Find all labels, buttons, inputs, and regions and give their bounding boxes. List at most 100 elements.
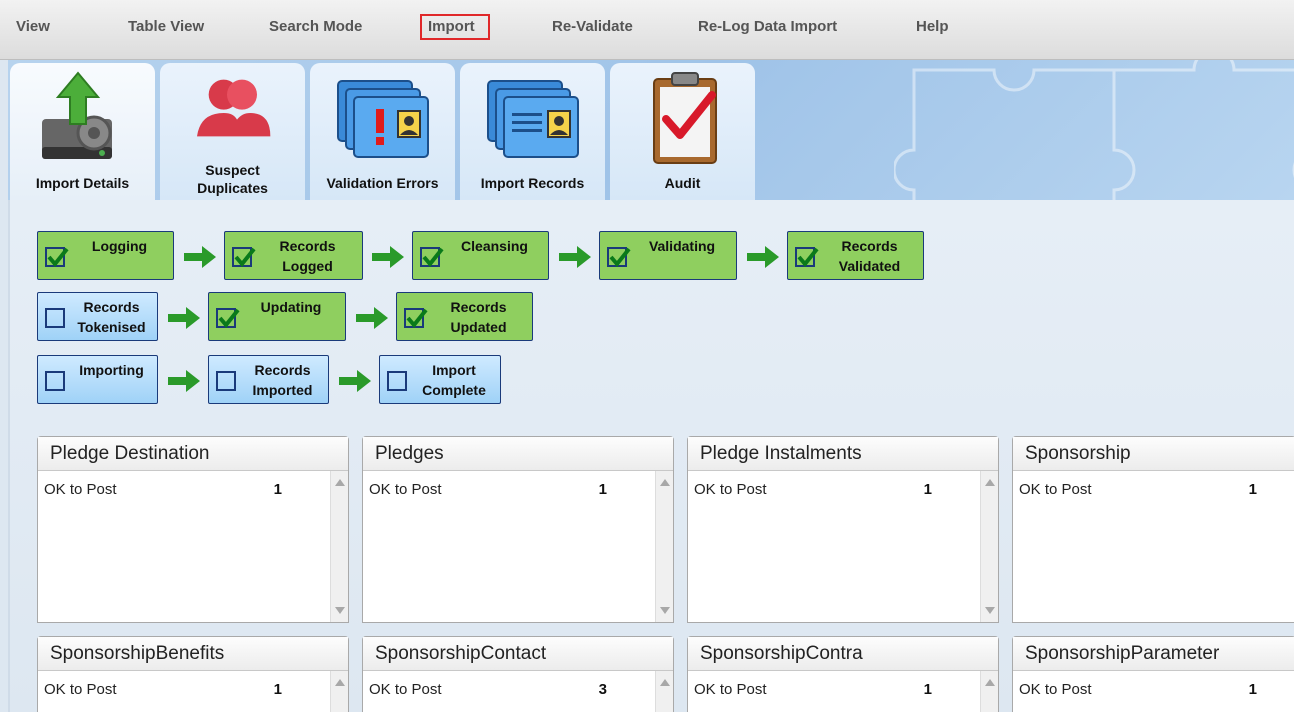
- count-value: 1: [598, 481, 607, 498]
- check-icon: [234, 247, 256, 268]
- count-value: 3: [598, 681, 607, 698]
- step-label: Cleansing: [461, 238, 528, 254]
- step-import-complete[interactable]: Import Complete: [379, 355, 501, 404]
- right-arrow-icon: [372, 246, 404, 268]
- check-icon: [422, 247, 444, 268]
- step-logging[interactable]: Logging: [37, 231, 174, 280]
- list-item[interactable]: OK to Post 1: [694, 681, 944, 698]
- scrollbar[interactable]: [655, 671, 673, 712]
- scroll-up-icon[interactable]: [335, 479, 345, 486]
- tab-label: Suspect: [205, 162, 260, 178]
- right-arrow-icon: [168, 370, 200, 392]
- step-label: Logged: [282, 258, 333, 274]
- step-records-imported[interactable]: Records Imported: [208, 355, 329, 404]
- checkbox: [45, 247, 69, 268]
- count-value: 1: [923, 681, 932, 698]
- status-text: OK to Post: [44, 681, 117, 698]
- menu-import[interactable]: Import: [420, 14, 490, 40]
- step-label: Import: [432, 362, 476, 378]
- scrollbar[interactable]: [655, 471, 673, 622]
- tab-suspect-duplicates[interactable]: Suspect Duplicates: [160, 63, 305, 200]
- panel-title: Pledge Instalments: [688, 437, 998, 471]
- tab-label: Audit: [664, 175, 701, 191]
- count-value: 1: [1248, 481, 1257, 498]
- menu-table-view[interactable]: Table View: [120, 14, 212, 40]
- count-value: 1: [273, 481, 282, 498]
- step-records-logged[interactable]: Records Logged: [224, 231, 363, 280]
- step-records-validated[interactable]: Records Validated: [787, 231, 924, 280]
- panel-sponsorship: Sponsorship OK to Post 1: [1012, 436, 1294, 623]
- scrollbar[interactable]: [330, 671, 348, 712]
- status-text: OK to Post: [369, 481, 442, 498]
- list-item[interactable]: OK to Post 1: [44, 681, 294, 698]
- scrollbar[interactable]: [330, 471, 348, 622]
- tab-label: Duplicates: [197, 180, 268, 196]
- step-label: Complete: [422, 382, 486, 398]
- checkbox: [232, 247, 256, 268]
- count-value: 1: [273, 681, 282, 698]
- step-label: Importing: [79, 362, 144, 378]
- tab-import-records[interactable]: Import Records: [460, 63, 605, 200]
- step-label: Updated: [450, 319, 507, 335]
- panel-pledges: Pledges OK to Post 1: [362, 436, 674, 623]
- menu-search-mode[interactable]: Search Mode: [261, 14, 370, 40]
- menu-view[interactable]: View: [8, 14, 58, 40]
- menu-help[interactable]: Help: [908, 14, 957, 40]
- right-arrow-icon: [339, 370, 371, 392]
- panel-title: SponsorshipContra: [688, 637, 998, 671]
- panel-title: Pledge Destination: [38, 437, 348, 471]
- scroll-down-icon[interactable]: [660, 607, 670, 614]
- tab-validation-errors[interactable]: Validation Errors: [310, 63, 455, 200]
- tab-strip: Import Details Suspect Duplicates Valida…: [8, 60, 1294, 200]
- list-item[interactable]: OK to Post 1: [44, 481, 294, 498]
- tab-audit[interactable]: Audit: [610, 63, 755, 200]
- scroll-down-icon[interactable]: [335, 607, 345, 614]
- status-text: OK to Post: [369, 681, 442, 698]
- panel-title: SponsorshipContact: [363, 637, 673, 671]
- right-arrow-icon: [168, 307, 200, 329]
- step-label: Records: [841, 238, 898, 254]
- scroll-down-icon[interactable]: [985, 607, 995, 614]
- check-icon: [47, 247, 69, 268]
- list-item[interactable]: OK to Post 1: [369, 481, 619, 498]
- menu-revalidate[interactable]: Re-Validate: [544, 14, 641, 40]
- list-item[interactable]: OK to Post 1: [1019, 481, 1269, 498]
- step-importing[interactable]: Importing: [37, 355, 158, 404]
- panel-sponsorship-benefits: SponsorshipBenefits OK to Post 1: [37, 636, 349, 712]
- step-records-tokenised[interactable]: Records Tokenised: [37, 292, 158, 341]
- people-icon: [197, 79, 271, 137]
- scroll-up-icon[interactable]: [660, 679, 670, 686]
- scroll-up-icon[interactable]: [335, 679, 345, 686]
- list-item[interactable]: OK to Post 3: [369, 681, 619, 698]
- server-upload-icon: [42, 71, 112, 159]
- checkbox: [45, 371, 65, 391]
- menu-relog-data-import[interactable]: Re-Log Data Import: [690, 14, 845, 40]
- panel-sponsorship-contra: SponsorshipContra OK to Post 1: [687, 636, 999, 712]
- panel-sponsorship-parameter: SponsorshipParameter OK to Post 1: [1012, 636, 1294, 712]
- scroll-up-icon[interactable]: [985, 679, 995, 686]
- scroll-up-icon[interactable]: [660, 479, 670, 486]
- step-validating[interactable]: Validating: [599, 231, 737, 280]
- panel-pledge-instalments: Pledge Instalments OK to Post 1: [687, 436, 999, 623]
- panel-sponsorship-contact: SponsorshipContact OK to Post 3: [362, 636, 674, 712]
- step-updating[interactable]: Updating: [208, 292, 346, 341]
- tab-import-details[interactable]: Import Details: [10, 63, 155, 200]
- scroll-up-icon[interactable]: [985, 479, 995, 486]
- checkbox: [607, 247, 631, 268]
- checkbox: [45, 308, 65, 328]
- step-label: Records: [254, 362, 311, 378]
- step-label: Updating: [260, 299, 322, 315]
- step-label: Records: [279, 238, 336, 254]
- puzzle-background-icon: [894, 60, 1294, 200]
- step-records-updated[interactable]: Records Updated: [396, 292, 533, 341]
- status-text: OK to Post: [44, 481, 117, 498]
- step-cleansing[interactable]: Cleansing: [412, 231, 549, 280]
- list-item[interactable]: OK to Post 1: [694, 481, 944, 498]
- checkbox: [795, 247, 819, 268]
- scrollbar[interactable]: [980, 671, 998, 712]
- list-item[interactable]: OK to Post 1: [1019, 681, 1269, 698]
- right-arrow-icon: [356, 307, 388, 329]
- status-text: OK to Post: [1019, 681, 1092, 698]
- scrollbar[interactable]: [980, 471, 998, 622]
- right-arrow-icon: [184, 246, 216, 268]
